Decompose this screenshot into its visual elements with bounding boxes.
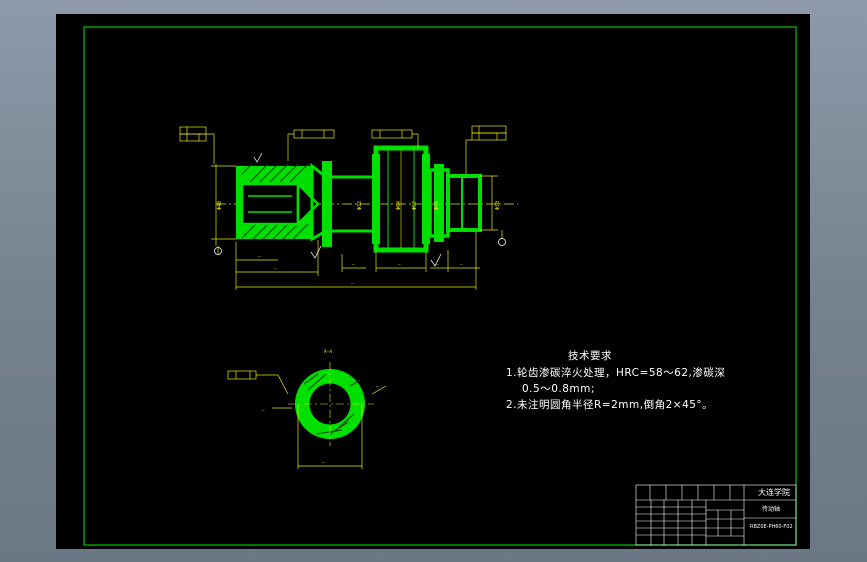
svg-text:Φ40: Φ40 bbox=[217, 201, 223, 210]
title-block-school: 大连学院 bbox=[758, 488, 790, 497]
svg-text:—: — bbox=[322, 461, 325, 466]
svg-text:A—A: A—A bbox=[324, 349, 332, 355]
shaft-bore bbox=[240, 182, 300, 226]
svg-text:Φ30: Φ30 bbox=[495, 201, 501, 210]
cad-drawing-svg: Φ40 Φ32 Φ64 Φ57 Φ40 Φ30 — — — — — — — A—… bbox=[83, 26, 797, 546]
svg-text:Φ32: Φ32 bbox=[357, 201, 363, 210]
svg-text:—: — bbox=[376, 385, 379, 390]
shaft-right-end bbox=[446, 174, 482, 232]
svg-text:—: — bbox=[262, 409, 265, 414]
svg-text:—: — bbox=[352, 263, 355, 268]
drawing-canvas: Φ40 Φ32 Φ64 Φ57 Φ40 Φ30 — — — — — — — A—… bbox=[56, 14, 810, 549]
svg-text:—: — bbox=[258, 255, 261, 260]
section-view-a-a: A—A — — — bbox=[227, 349, 387, 469]
title-block-drawing-number: RBZ0E-PH60-F02 bbox=[750, 524, 793, 530]
tech-requirement-1-cont: 0.5～0.8mm; bbox=[522, 383, 595, 395]
svg-text:—: — bbox=[398, 263, 401, 268]
tech-requirements-title: 技术要求 bbox=[568, 350, 612, 362]
svg-text:—: — bbox=[351, 282, 354, 287]
title-block-part-name: 传动轴 bbox=[762, 506, 781, 513]
shaft-collar bbox=[322, 161, 332, 247]
svg-text:Φ57: Φ57 bbox=[412, 201, 418, 210]
svg-text:Φ40: Φ40 bbox=[434, 201, 440, 210]
drawing-border bbox=[83, 26, 797, 546]
svg-text:—: — bbox=[460, 263, 463, 268]
svg-text:Φ64: Φ64 bbox=[396, 201, 402, 210]
section-bore bbox=[306, 380, 354, 428]
shaft-main-view: Φ40 Φ32 Φ64 Φ57 Φ40 Φ30 — — — — — — — bbox=[179, 125, 518, 290]
tech-requirement-1: 1.轮齿渗碳淬火处理，HRC=58～62,渗碳深 bbox=[506, 367, 726, 379]
tech-requirement-2: 2.未注明圆角半径R=2mm,倒角2×45°。 bbox=[506, 399, 714, 411]
svg-text:—: — bbox=[274, 267, 277, 272]
